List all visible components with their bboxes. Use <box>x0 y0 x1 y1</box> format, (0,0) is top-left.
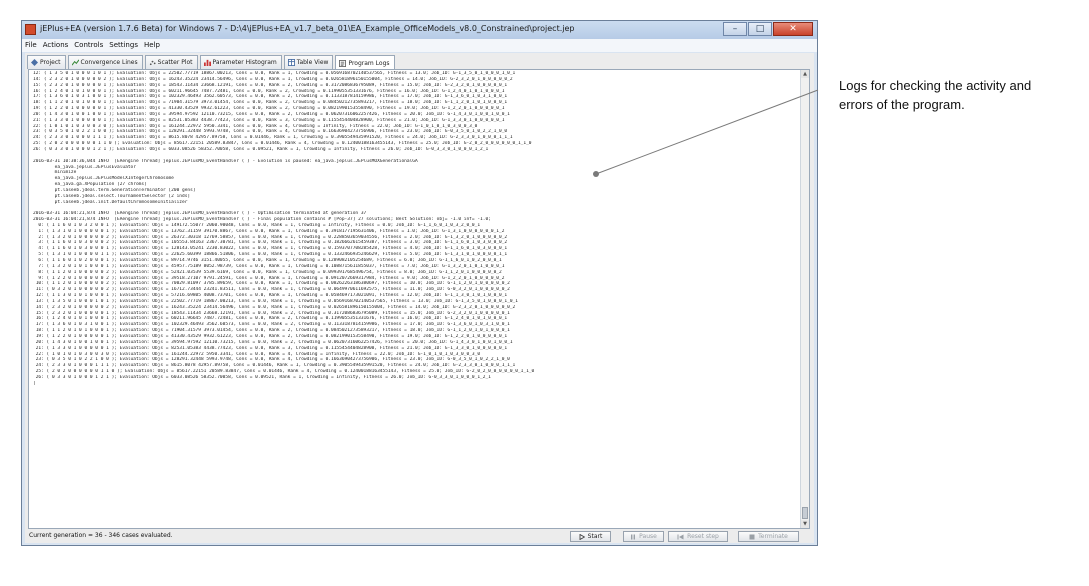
annotation-text: Logs for checking the activity and error… <box>839 78 1032 112</box>
callout-dot <box>593 171 599 177</box>
